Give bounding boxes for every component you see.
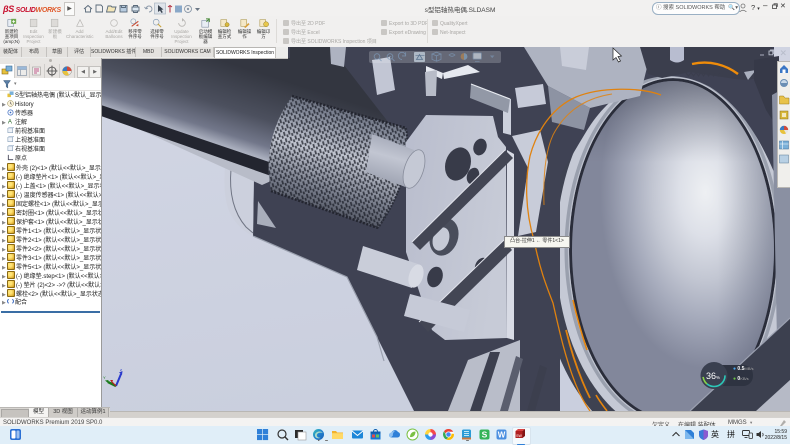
svg-text:z: z: [120, 367, 122, 372]
svg-text:S: S: [482, 430, 488, 440]
svg-text:SW: SW: [516, 434, 522, 438]
svg-text:Y: Y: [103, 375, 106, 380]
svg-text:W: W: [498, 431, 506, 440]
svg-text:A: A: [8, 119, 13, 125]
